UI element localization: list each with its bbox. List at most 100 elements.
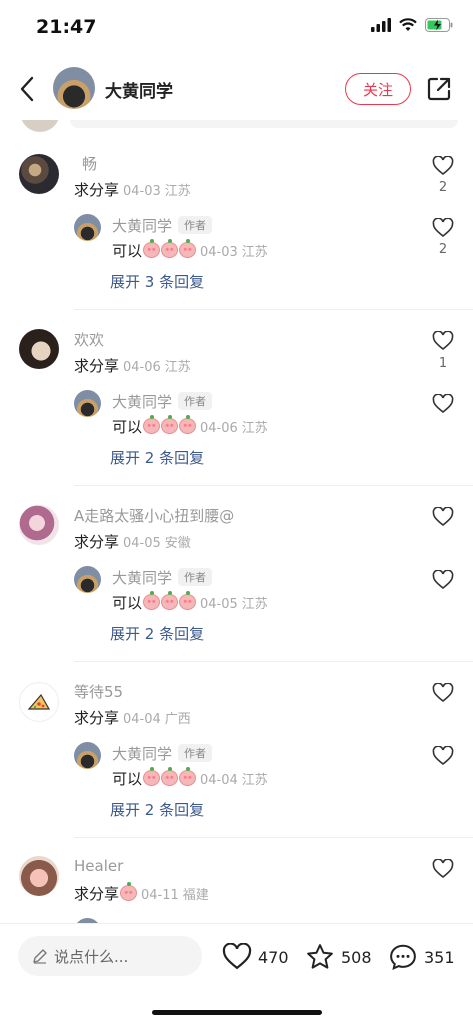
reply-username[interactable]: 大黄同学 xyxy=(112,745,172,763)
comment-bubble-icon xyxy=(390,944,416,970)
comment-input[interactable]: 说点什么... xyxy=(18,936,202,976)
previous-comment-fragment xyxy=(0,120,473,134)
reply-text: 可以 xyxy=(112,594,143,612)
status-bar: 21:47 xyxy=(0,0,473,56)
back-arrow-icon[interactable] xyxy=(16,74,40,104)
avatar[interactable] xyxy=(19,856,59,896)
reply-date: 04-04 xyxy=(200,773,238,788)
like-icon[interactable] xyxy=(432,507,454,527)
reply-text-line[interactable]: 可以 04-03 江苏 xyxy=(112,239,268,261)
like-icon[interactable] xyxy=(432,218,454,238)
pig-emoji-icon xyxy=(143,767,161,786)
comment-location: 安徽 xyxy=(164,536,191,551)
share-icon[interactable] xyxy=(426,76,452,102)
favorite-button[interactable]: 508 xyxy=(305,940,372,974)
pencil-icon xyxy=(33,949,47,964)
like-icon[interactable] xyxy=(432,570,454,590)
comment-username[interactable]: Healer xyxy=(74,857,123,875)
avatar[interactable] xyxy=(19,682,59,722)
comment-username[interactable]: A走路太骚小心扭到腰@ xyxy=(74,505,234,526)
status-icons xyxy=(371,18,453,32)
reply-username-line: 大黄同学 作者 xyxy=(112,743,213,764)
comment-location: 福建 xyxy=(182,888,209,903)
reply-location: 江苏 xyxy=(241,421,268,436)
reply-location: 江苏 xyxy=(241,773,268,788)
reply-location: 江苏 xyxy=(241,597,268,612)
like-icon[interactable] xyxy=(432,683,454,703)
expand-replies-link[interactable]: 展开 3 条回复 xyxy=(110,271,204,292)
reply-date: 04-03 xyxy=(200,245,238,260)
reply-avatar[interactable] xyxy=(74,214,101,241)
like-icon[interactable] xyxy=(432,156,454,176)
author-tag: 作者 xyxy=(178,744,213,762)
comment-username[interactable]: 等待55 xyxy=(74,681,123,702)
author-avatar[interactable] xyxy=(53,67,95,109)
comment-text: 求分享 xyxy=(74,885,120,903)
like-icon[interactable] xyxy=(432,859,454,879)
comment-date: 04-06 xyxy=(123,360,161,375)
star-icon xyxy=(307,944,333,969)
reply-date: 04-06 xyxy=(200,421,238,436)
comment-text-line[interactable]: 求分享 04-06 江苏 xyxy=(74,355,191,376)
follow-button[interactable]: 关注 xyxy=(345,73,411,105)
pig-emoji-icon xyxy=(143,591,161,610)
reply-username[interactable]: 大黄同学 xyxy=(112,569,172,587)
reply-text: 可以 xyxy=(112,418,143,436)
like-icon[interactable] xyxy=(432,746,454,766)
comment-text-line[interactable]: 求分享 04-04 广西 xyxy=(74,707,191,728)
comments-button[interactable]: 351 xyxy=(388,940,455,974)
reply-username[interactable]: 大黄同学 xyxy=(112,393,172,411)
reply-avatar[interactable] xyxy=(74,390,101,417)
avatar[interactable] xyxy=(19,154,59,194)
comment-date: 04-05 xyxy=(123,536,161,551)
comment-username[interactable]: 畅 xyxy=(82,153,97,174)
status-time: 21:47 xyxy=(36,16,97,38)
reply-username-line: 大黄同学 作者 xyxy=(112,391,213,412)
avatar[interactable] xyxy=(19,329,59,369)
expand-replies-link[interactable]: 展开 2 条回复 xyxy=(110,447,204,468)
like-count: 1 xyxy=(438,356,448,371)
avatar[interactable] xyxy=(19,505,59,545)
reply-avatar[interactable] xyxy=(74,566,101,593)
comment-text-line[interactable]: 求分享 04-05 安徽 xyxy=(74,531,191,552)
reply-text: 可以 xyxy=(112,770,143,788)
comment-date: 04-04 xyxy=(123,712,161,727)
author-name[interactable]: 大黄同学 xyxy=(105,77,173,102)
comment-username[interactable]: 欢欢 xyxy=(74,329,104,350)
like-count: 2 xyxy=(438,242,448,257)
comment-date: 04-03 xyxy=(123,184,161,199)
avatar xyxy=(20,120,60,132)
reply-text-line[interactable]: 可以 04-04 江苏 xyxy=(112,767,268,789)
home-indicator[interactable] xyxy=(152,1010,322,1015)
like-icon[interactable] xyxy=(432,331,454,351)
pig-emoji-icon xyxy=(179,591,197,610)
comment-item: A走路太骚小心扭到腰@ 求分享 04-05 安徽 大黄同学 作者 可以 04-05 江苏 … xyxy=(0,486,473,662)
heart-icon xyxy=(222,943,252,970)
favorites-count: 508 xyxy=(341,947,372,967)
reply-text-line[interactable]: 可以 04-06 江苏 xyxy=(112,415,268,437)
input-bar-fragment xyxy=(70,120,458,128)
author-tag: 作者 xyxy=(178,216,213,234)
comment-location: 江苏 xyxy=(164,360,191,375)
comment-location: 广西 xyxy=(164,712,191,727)
comment-text: 求分享 xyxy=(74,533,120,551)
pig-emoji-icon xyxy=(179,239,197,258)
like-button[interactable]: 470 xyxy=(222,940,289,974)
like-icon[interactable] xyxy=(432,394,454,414)
comment-list: 畅 求分享 04-03 江苏 2 大黄同学 作者 可以 04-03 江苏 2 展开 3 条… xyxy=(0,134,473,924)
reply-username[interactable]: 大黄同学 xyxy=(112,217,172,235)
comment-item: 欢欢 求分享 04-06 江苏 1 大黄同学 作者 可以 04-06 江苏 展开 2 条回… xyxy=(0,310,473,486)
comment-date: 04-11 xyxy=(141,888,179,903)
pig-emoji-icon xyxy=(179,767,197,786)
author-tag: 作者 xyxy=(178,568,213,586)
pig-emoji-icon xyxy=(179,415,197,434)
reply-avatar[interactable] xyxy=(74,742,101,769)
comment-input-placeholder: 说点什么... xyxy=(54,947,129,966)
comment-text-line[interactable]: 求分享 04-11 福建 xyxy=(74,882,209,904)
comment-text: 求分享 xyxy=(74,357,120,375)
comment-text-line[interactable]: 求分享 04-03 江苏 xyxy=(74,179,191,200)
author-tag: 作者 xyxy=(178,392,213,410)
expand-replies-link[interactable]: 展开 2 条回复 xyxy=(110,623,204,644)
reply-text-line[interactable]: 可以 04-05 江苏 xyxy=(112,591,268,613)
expand-replies-link[interactable]: 展开 2 条回复 xyxy=(110,799,204,820)
